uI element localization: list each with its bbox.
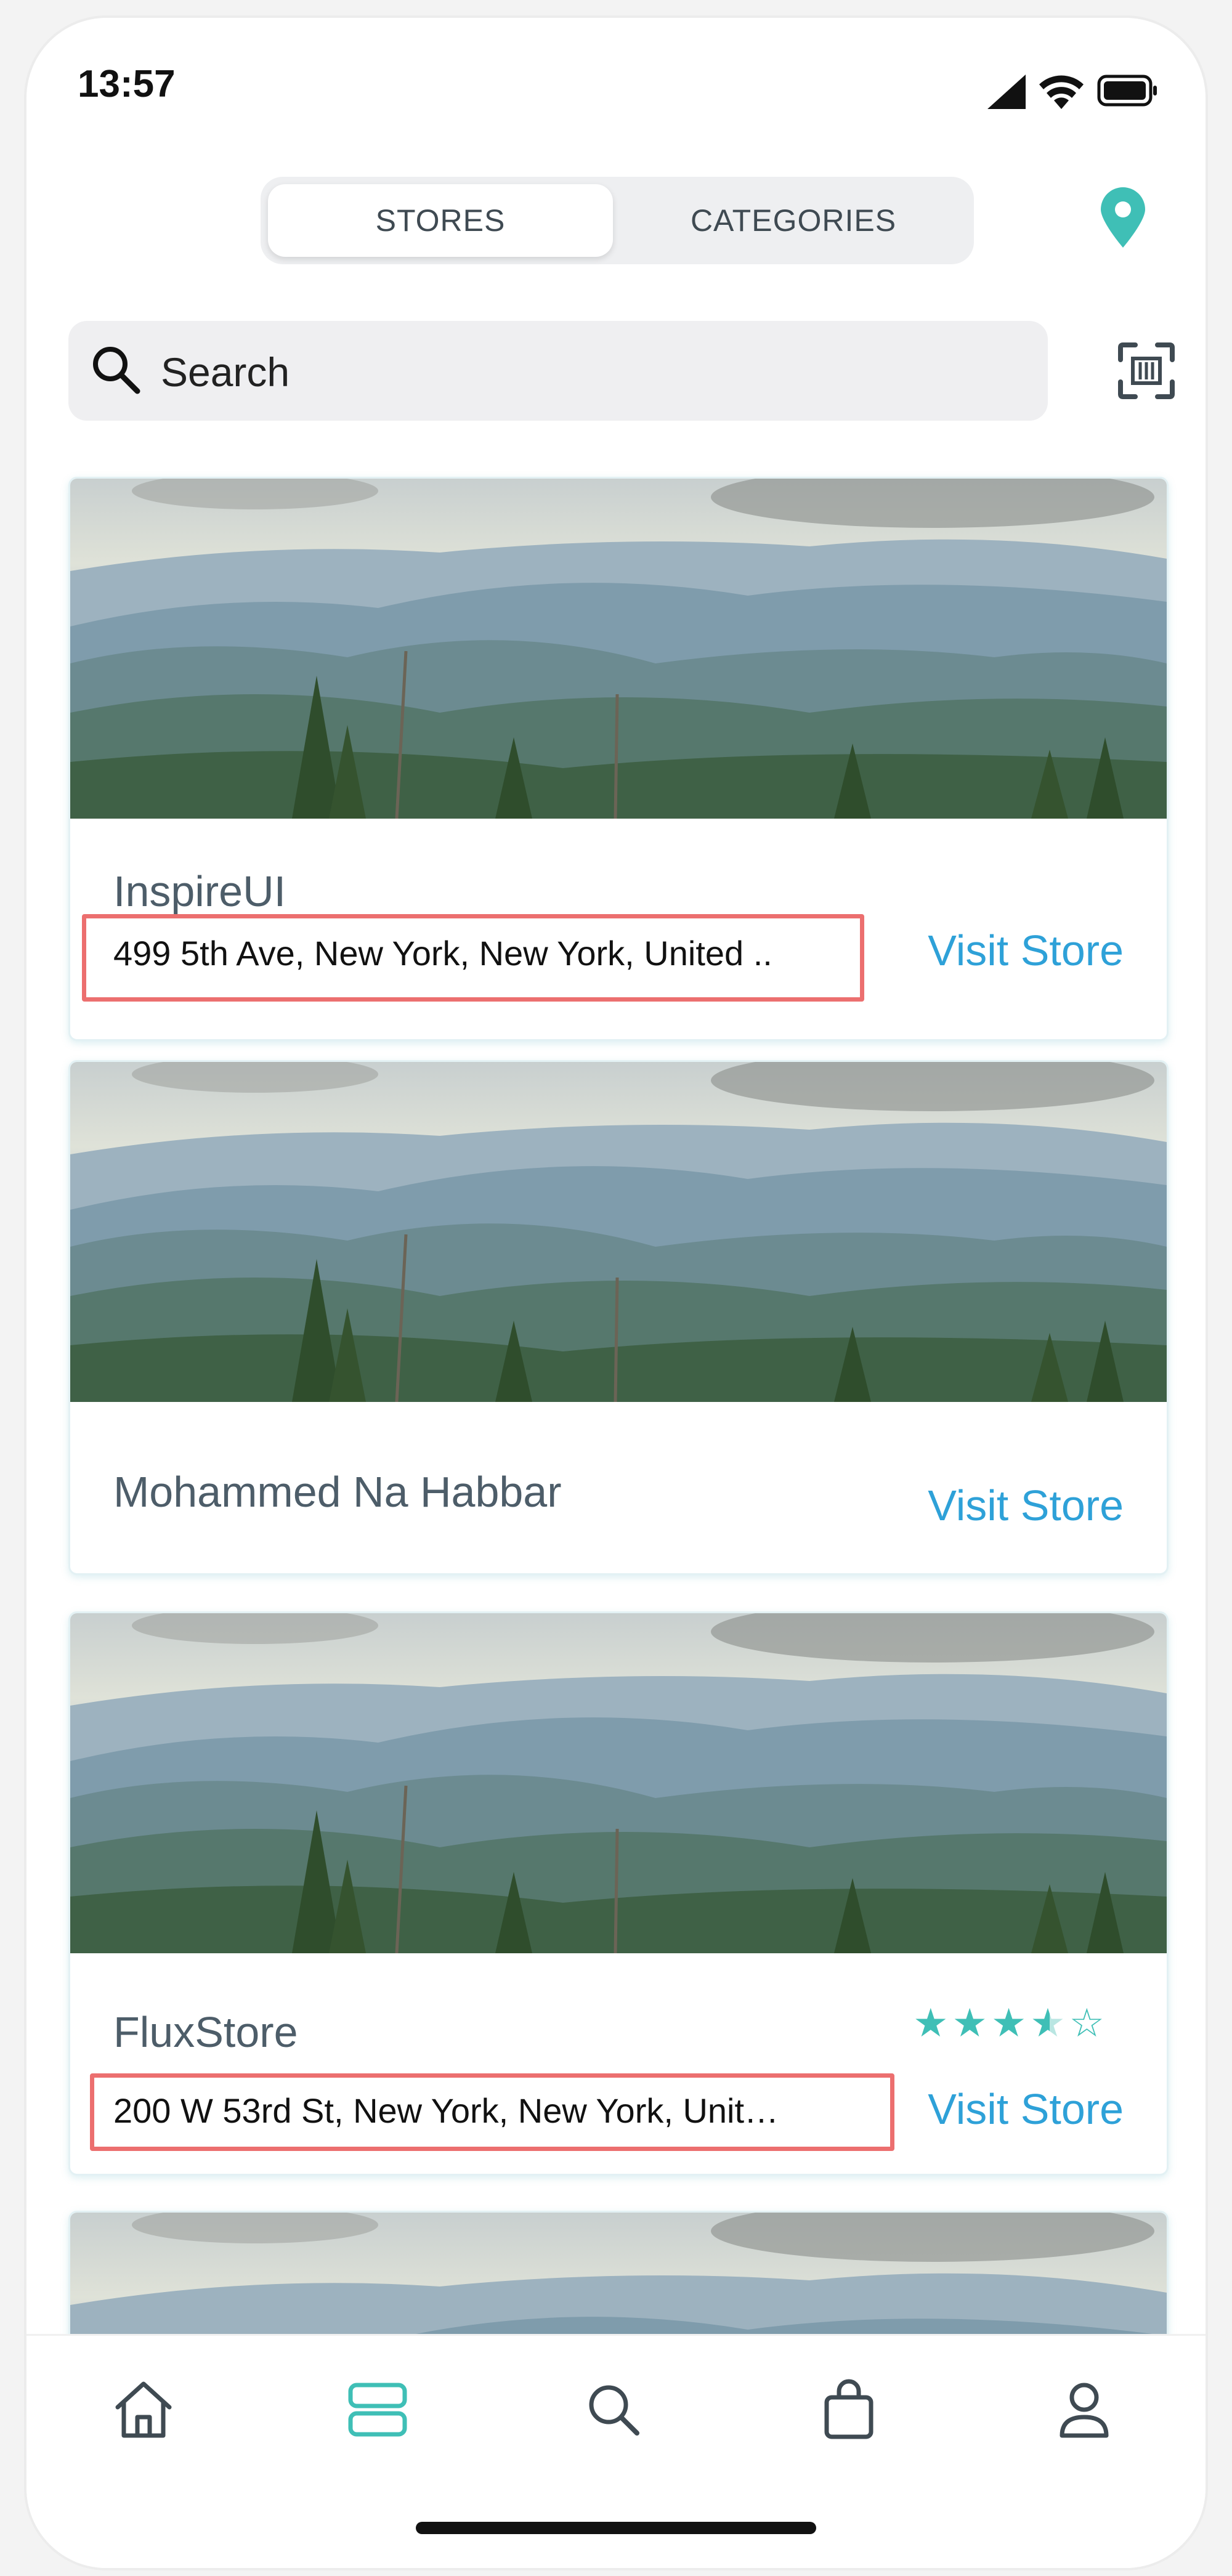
nav-cart[interactable] bbox=[812, 2373, 886, 2447]
store-name: Mohammed Na Habbar bbox=[113, 1468, 562, 1516]
store-name: InspireUI bbox=[113, 867, 286, 915]
visit-store-link[interactable]: Visit Store bbox=[928, 926, 1124, 975]
barcode-scan-icon[interactable] bbox=[1117, 341, 1176, 400]
address-highlight bbox=[90, 2073, 894, 2151]
star-empty-icon: ☆ bbox=[1069, 2001, 1108, 2045]
star-full-icon: ★ bbox=[913, 2001, 952, 2045]
address-highlight bbox=[82, 914, 864, 1002]
tab-categories[interactable]: CATEGORIES bbox=[620, 184, 967, 257]
signal-icon bbox=[987, 75, 1026, 109]
bag-icon bbox=[824, 2379, 873, 2439]
home-icon bbox=[115, 2381, 172, 2438]
stores-icon bbox=[348, 2383, 407, 2437]
store-rating: ★★★★☆ bbox=[913, 2000, 1108, 2046]
store-name: FluxStore bbox=[113, 2008, 298, 2056]
nav-search[interactable] bbox=[577, 2373, 650, 2447]
star-full-icon: ★ bbox=[952, 2001, 991, 2045]
status-time: 13:57 bbox=[78, 63, 176, 105]
store-banner-image bbox=[70, 479, 1167, 819]
store-banner-image bbox=[70, 1613, 1167, 1953]
tab-stores[interactable]: STORES bbox=[268, 184, 613, 257]
star-half-icon: ★ bbox=[1030, 2001, 1069, 2045]
store-card[interactable]: Mohammed Na Habbar Visit Store bbox=[68, 1060, 1169, 1575]
search-input[interactable] bbox=[160, 342, 1012, 402]
battery-icon bbox=[1097, 75, 1157, 107]
search-bar[interactable] bbox=[68, 321, 1048, 421]
user-icon bbox=[1060, 2383, 1109, 2438]
star-full-icon: ★ bbox=[991, 2001, 1031, 2045]
store-card[interactable]: ★★★★☆ FluxStore 200 W 53rd St, New York,… bbox=[68, 1611, 1169, 2176]
stores-categories-toggle: STORES CATEGORIES bbox=[261, 177, 974, 264]
home-indicator bbox=[416, 2522, 816, 2534]
visit-store-link[interactable]: Visit Store bbox=[928, 1481, 1124, 1530]
phone-screen: 13:57 STORES CATEGORIES Search InspireUI… bbox=[26, 18, 1206, 2568]
location-pin-icon[interactable] bbox=[1098, 187, 1148, 249]
visit-store-link[interactable]: Visit Store bbox=[928, 2084, 1124, 2134]
store-card[interactable]: InspireUI 499 5th Ave, New York, New Yor… bbox=[68, 477, 1169, 1041]
store-banner-image bbox=[70, 1062, 1167, 1402]
nav-profile[interactable] bbox=[1047, 2373, 1121, 2447]
search-icon bbox=[589, 2385, 639, 2436]
nav-stores[interactable] bbox=[341, 2373, 415, 2447]
wifi-icon bbox=[1039, 75, 1084, 109]
nav-home[interactable] bbox=[107, 2373, 180, 2447]
search-icon bbox=[93, 347, 140, 394]
